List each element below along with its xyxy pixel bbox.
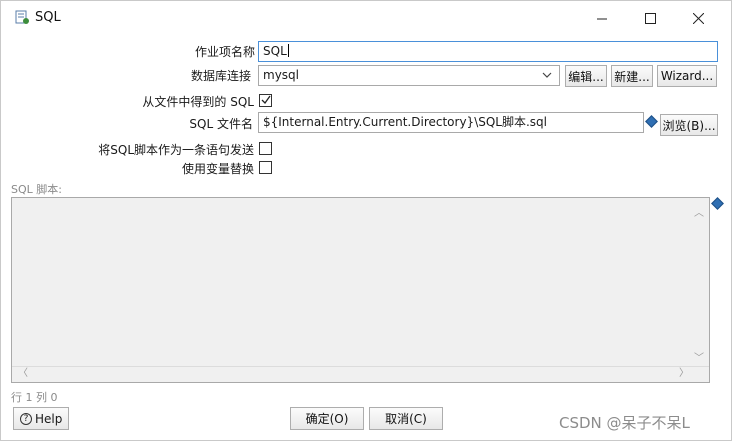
scroll-down-icon[interactable]: ﹀ [694, 349, 704, 364]
minimize-icon [596, 18, 607, 19]
browse-button[interactable]: 浏览(B)... [660, 114, 718, 136]
variable-diamond-icon[interactable] [645, 115, 658, 128]
close-button[interactable] [675, 1, 721, 35]
check-icon [261, 95, 271, 105]
job-item-name-value: SQL [263, 44, 287, 58]
watermark: CSDN @呆子不呆L [559, 414, 690, 432]
ok-button[interactable]: 确定(O) [290, 407, 364, 430]
help-button[interactable]: ? Help [13, 407, 69, 430]
variable-substitution-label: 使用变量替换 [181, 162, 254, 176]
variable-substitution-checkbox[interactable] [259, 161, 272, 174]
minimize-button[interactable] [579, 1, 625, 35]
job-item-name-input[interactable]: SQL [258, 41, 718, 62]
sql-from-file-label: 从文件中得到的 SQL [142, 95, 254, 109]
new-connection-button[interactable]: 新建... [611, 65, 653, 87]
single-statement-checkbox[interactable] [259, 142, 272, 155]
horizontal-scrollbar[interactable]: 〈 〉 [12, 366, 709, 382]
sql-filename-label: SQL 文件名 [189, 117, 253, 131]
title-bar: SQL [1, 1, 731, 35]
single-statement-label: 将SQL脚本作为一条语句发送 [98, 143, 254, 157]
db-connection-select[interactable]: mysql [258, 65, 560, 86]
sql-app-icon [15, 10, 29, 24]
scroll-left-icon[interactable]: 〈 [18, 364, 28, 379]
window-title: SQL [35, 10, 61, 25]
maximize-button[interactable] [627, 1, 673, 35]
wizard-button[interactable]: Wizard... [657, 65, 717, 87]
sql-from-file-checkbox[interactable] [259, 94, 272, 107]
scroll-right-icon[interactable]: 〉 [679, 364, 689, 379]
sql-dialog: SQL 作业项名称 SQL 数据库连接 mysql 编辑... 新建... Wi… [0, 0, 732, 441]
text-caret [287, 44, 289, 57]
close-icon [692, 12, 704, 24]
db-connection-label: 数据库连接 [190, 69, 251, 83]
help-label: Help [35, 411, 63, 426]
editor-variable-diamond-icon[interactable] [711, 197, 724, 210]
cursor-position: 行 1 列 0 [11, 391, 58, 404]
sql-filename-value: ${Internal.Entry.Current.Directory}\SQL脚… [263, 115, 547, 129]
chevron-down-icon [542, 72, 552, 78]
help-circle-icon: ? [20, 412, 32, 425]
sql-filename-input[interactable]: ${Internal.Entry.Current.Directory}\SQL脚… [258, 112, 644, 133]
cancel-button[interactable]: 取消(C) [369, 407, 443, 430]
sql-script-editor[interactable]: ︿ ﹀ 〈 〉 [11, 197, 710, 383]
sql-script-label: SQL 脚本: [11, 183, 62, 196]
db-connection-value: mysql [263, 68, 299, 82]
scroll-up-icon[interactable]: ︿ [694, 204, 704, 219]
job-item-name-label: 作业项名称 [194, 45, 255, 59]
maximize-icon [644, 12, 656, 24]
edit-connection-button[interactable]: 编辑... [565, 65, 607, 87]
